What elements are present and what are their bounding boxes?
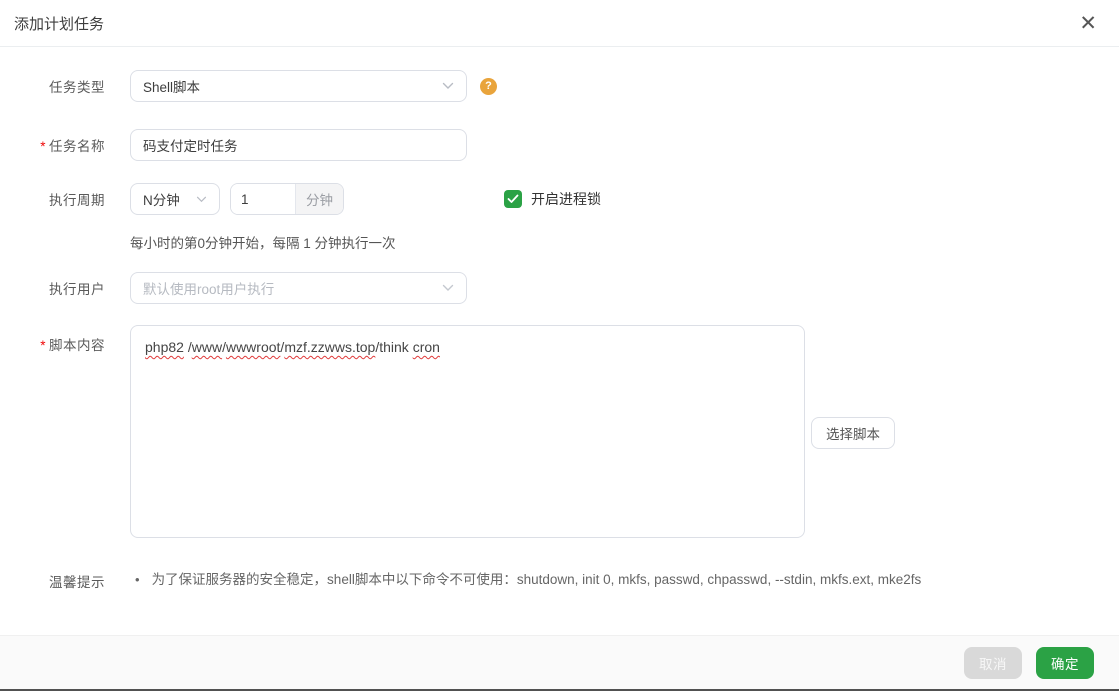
dialog-title: 添加计划任务 — [14, 15, 105, 33]
add-cron-task-dialog: 添加计划任务 ✕ 任务类型 Shell脚本 ? *任务名称 执行周期 — [0, 0, 1119, 696]
script-label: * 脚本内容 — [40, 338, 105, 353]
chevron-down-icon — [442, 82, 454, 89]
process-lock-label: 开启进程锁 — [531, 191, 601, 207]
script-content[interactable]: php82 /www/wwwroot/mzf.zzwws.top/think c… — [130, 325, 805, 538]
cycle-label: 执行周期 — [49, 193, 105, 208]
confirm-button[interactable]: 确定 — [1036, 646, 1094, 679]
tips-label: 温馨提示 — [49, 575, 105, 590]
task-name-label: * 任务名称 — [40, 139, 105, 154]
select-script-button[interactable]: 选择脚本 — [811, 417, 895, 449]
exec-user-placeholder: 默认使用root用户执行 — [143, 282, 275, 297]
cancel-button[interactable]: 取消 — [964, 646, 1022, 679]
cycle-unit-suffix: 分钟 — [295, 184, 343, 214]
dialog-footer: 取消 确定 — [0, 635, 1119, 689]
script-row: * 脚本内容 php82 /www/wwwroot/mzf.zzwws.top/t… — [0, 325, 1119, 538]
close-icon[interactable]: ✕ — [1073, 11, 1103, 36]
help-icon[interactable]: ? — [480, 77, 497, 95]
cycle-period-value: N分钟 — [143, 193, 180, 208]
cycle-interval-group: 分钟 — [230, 183, 344, 215]
task-name-row: * 任务名称 — [0, 129, 1119, 161]
cycle-row: 执行周期 N分钟 分钟 开启进程锁 — [0, 183, 1119, 215]
exec-user-row: 执行用户 默认使用root用户执行 — [0, 272, 1119, 304]
tips-row: 温馨提示 • 为了保证服务器的安全稳定，shell脚本中以下命令不可使用：shu… — [0, 571, 1119, 591]
process-lock-checkbox[interactable]: 开启进程锁 — [504, 189, 601, 209]
task-type-row: 任务类型 Shell脚本 ? — [0, 70, 1119, 102]
task-type-value: Shell脚本 — [143, 80, 201, 95]
task-type-select[interactable]: Shell脚本 — [130, 70, 467, 102]
checkbox-checked-icon — [504, 190, 522, 208]
chevron-down-icon — [196, 196, 207, 202]
task-type-label: 任务类型 — [49, 80, 105, 95]
chevron-down-icon — [442, 284, 454, 291]
cycle-interval-input[interactable] — [231, 184, 295, 214]
bullet-icon: • — [135, 572, 140, 587]
task-name-input[interactable] — [130, 129, 467, 161]
dialog-bottom-edge — [0, 689, 1119, 691]
tips-text: 为了保证服务器的安全稳定，shell脚本中以下命令不可使用：shutdown, … — [151, 572, 922, 587]
cycle-hint-text: 每小时的第0分钟开始，每隔 1 分钟执行一次 — [130, 236, 396, 251]
task-form: 任务类型 Shell脚本 ? *任务名称 执行周期 N分钟 — [0, 47, 1119, 591]
dialog-header: 添加计划任务 ✕ — [0, 0, 1119, 47]
required-asterisk: * — [40, 338, 46, 353]
required-asterisk: * — [40, 139, 46, 154]
cycle-period-select[interactable]: N分钟 — [130, 183, 220, 215]
exec-user-label: 执行用户 — [49, 282, 105, 297]
exec-user-select[interactable]: 默认使用root用户执行 — [130, 272, 467, 304]
